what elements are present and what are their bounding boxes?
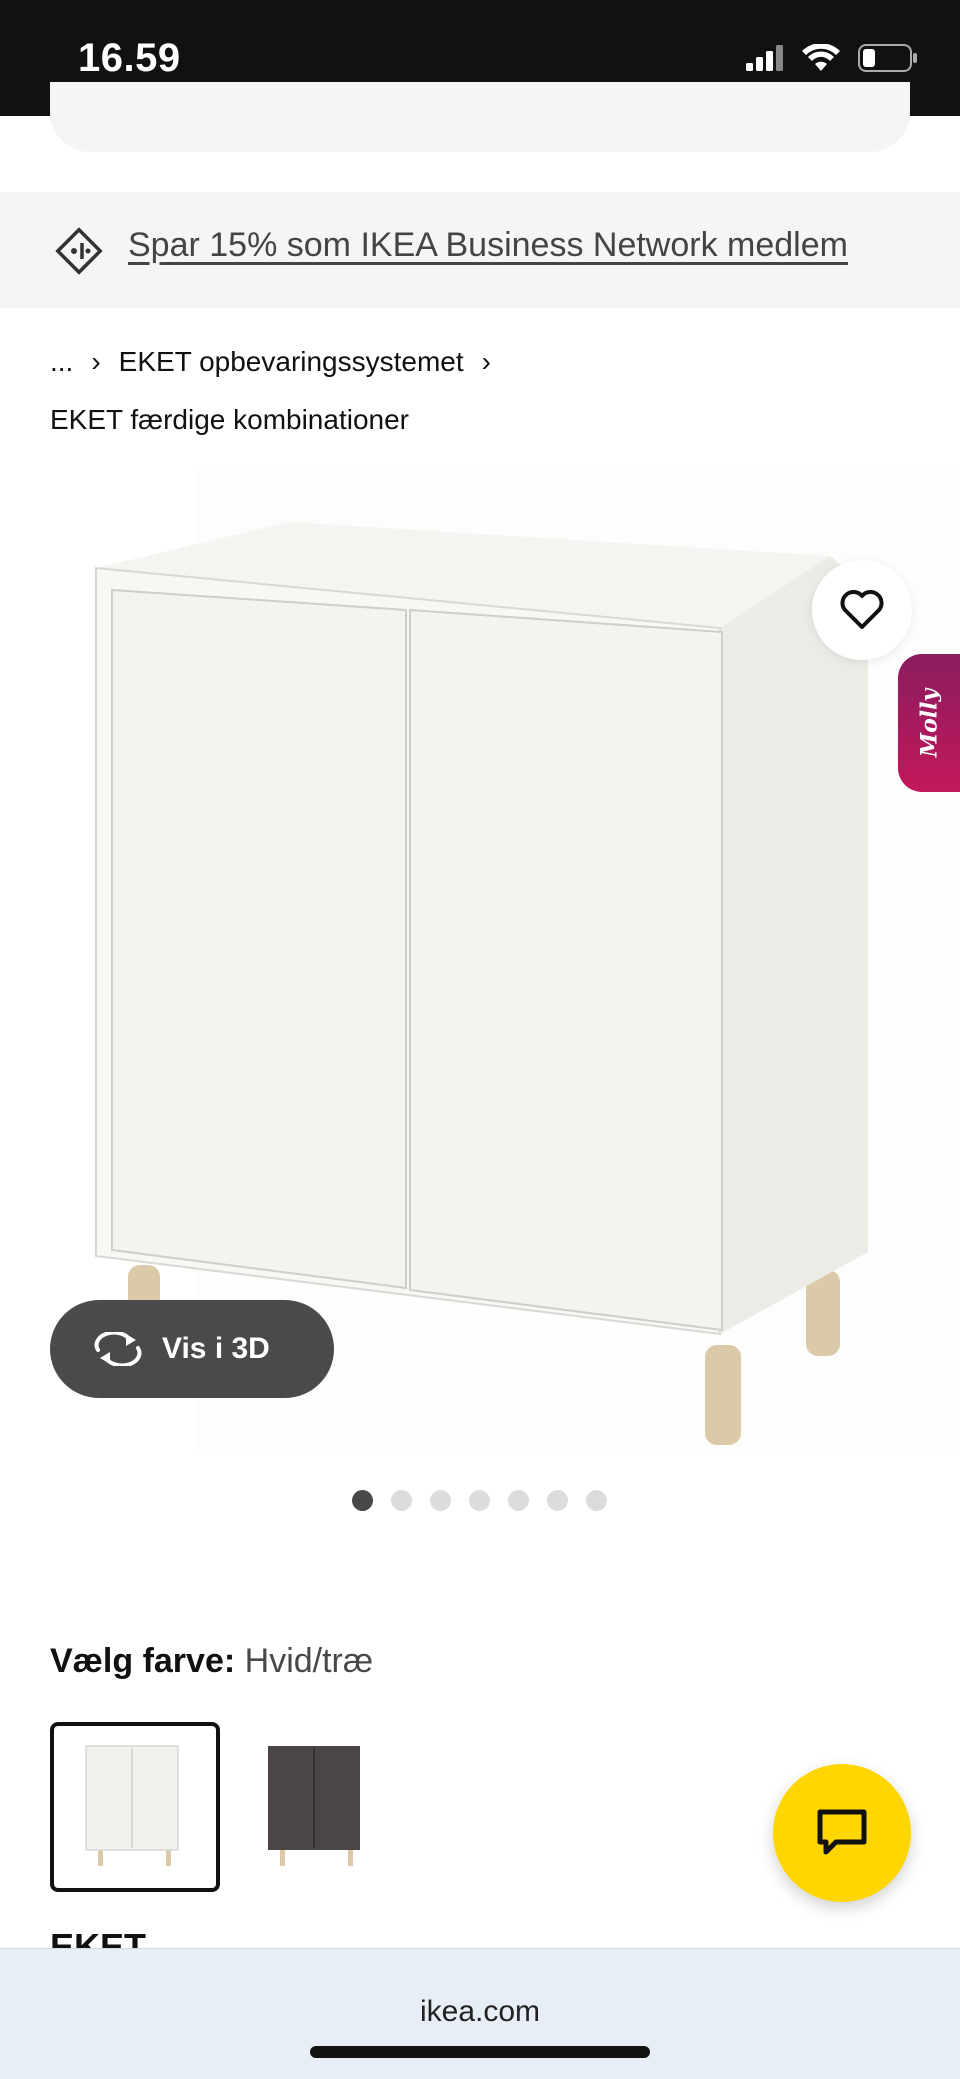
chat-bubble-icon xyxy=(817,1809,867,1855)
product-name-heading: EKET xyxy=(50,1932,146,1948)
white-cabinet-thumbnail xyxy=(85,1745,179,1866)
breadcrumb-ellipsis[interactable]: ... xyxy=(50,346,73,378)
breadcrumb-item-eket-combinations[interactable]: EKET færdige kombinationer xyxy=(50,404,409,436)
heart-icon xyxy=(840,590,884,629)
chevron-right-icon: › xyxy=(481,346,491,377)
gallery-dot-5[interactable] xyxy=(508,1490,529,1511)
breadcrumb: ... › EKET opbevaringssystemet › EKET fæ… xyxy=(50,340,910,442)
battery-icon xyxy=(858,44,917,72)
gallery-dot-3[interactable] xyxy=(430,1490,451,1511)
promo-banner: Spar 15% som IKEA Business Network medle… xyxy=(0,192,960,308)
status-icons xyxy=(746,44,918,72)
status-time: 16.59 xyxy=(78,36,181,80)
rotate-3d-icon xyxy=(94,1332,142,1366)
wifi-icon xyxy=(802,44,840,71)
browser-url[interactable]: ikea.com xyxy=(0,1995,960,2029)
browser-address-bar[interactable]: ikea.com xyxy=(0,1948,960,2079)
molly-assistant-tab[interactable]: Molly xyxy=(898,654,960,792)
gallery-pagination xyxy=(352,1490,607,1511)
home-indicator xyxy=(310,2046,650,2058)
chat-button[interactable] xyxy=(773,1764,911,1902)
breadcrumb-item-eket-system[interactable]: EKET opbevaringssystemet xyxy=(119,346,464,378)
gallery-dot-4[interactable] xyxy=(469,1490,490,1511)
color-picker-value: Hvid/træ xyxy=(244,1642,374,1680)
color-picker-heading: Vælg farve: Hvid/træ xyxy=(50,1642,373,1681)
chevron-right-icon: › xyxy=(91,346,101,377)
gallery-dot-7[interactable] xyxy=(586,1490,607,1511)
gallery-dot-6[interactable] xyxy=(547,1490,568,1511)
search-bar[interactable] xyxy=(50,82,910,152)
view-3d-label: Vis i 3D xyxy=(162,1332,270,1365)
view-3d-button[interactable]: Vis i 3D xyxy=(50,1300,334,1398)
cellular-signal-icon xyxy=(746,45,783,71)
tag-icon xyxy=(55,227,103,275)
gallery-dot-1[interactable] xyxy=(352,1490,373,1511)
favorite-button[interactable] xyxy=(812,560,912,660)
color-swatch-dark-grey[interactable] xyxy=(232,1722,402,1892)
color-swatch-white[interactable] xyxy=(50,1722,220,1892)
gallery-dot-2[interactable] xyxy=(391,1490,412,1511)
molly-label: Molly xyxy=(916,688,942,758)
dark-grey-cabinet-thumbnail xyxy=(268,1746,360,1866)
color-picker-label: Vælg farve: xyxy=(50,1642,236,1680)
business-network-link[interactable]: Spar 15% som IKEA Business Network medle… xyxy=(128,226,848,265)
